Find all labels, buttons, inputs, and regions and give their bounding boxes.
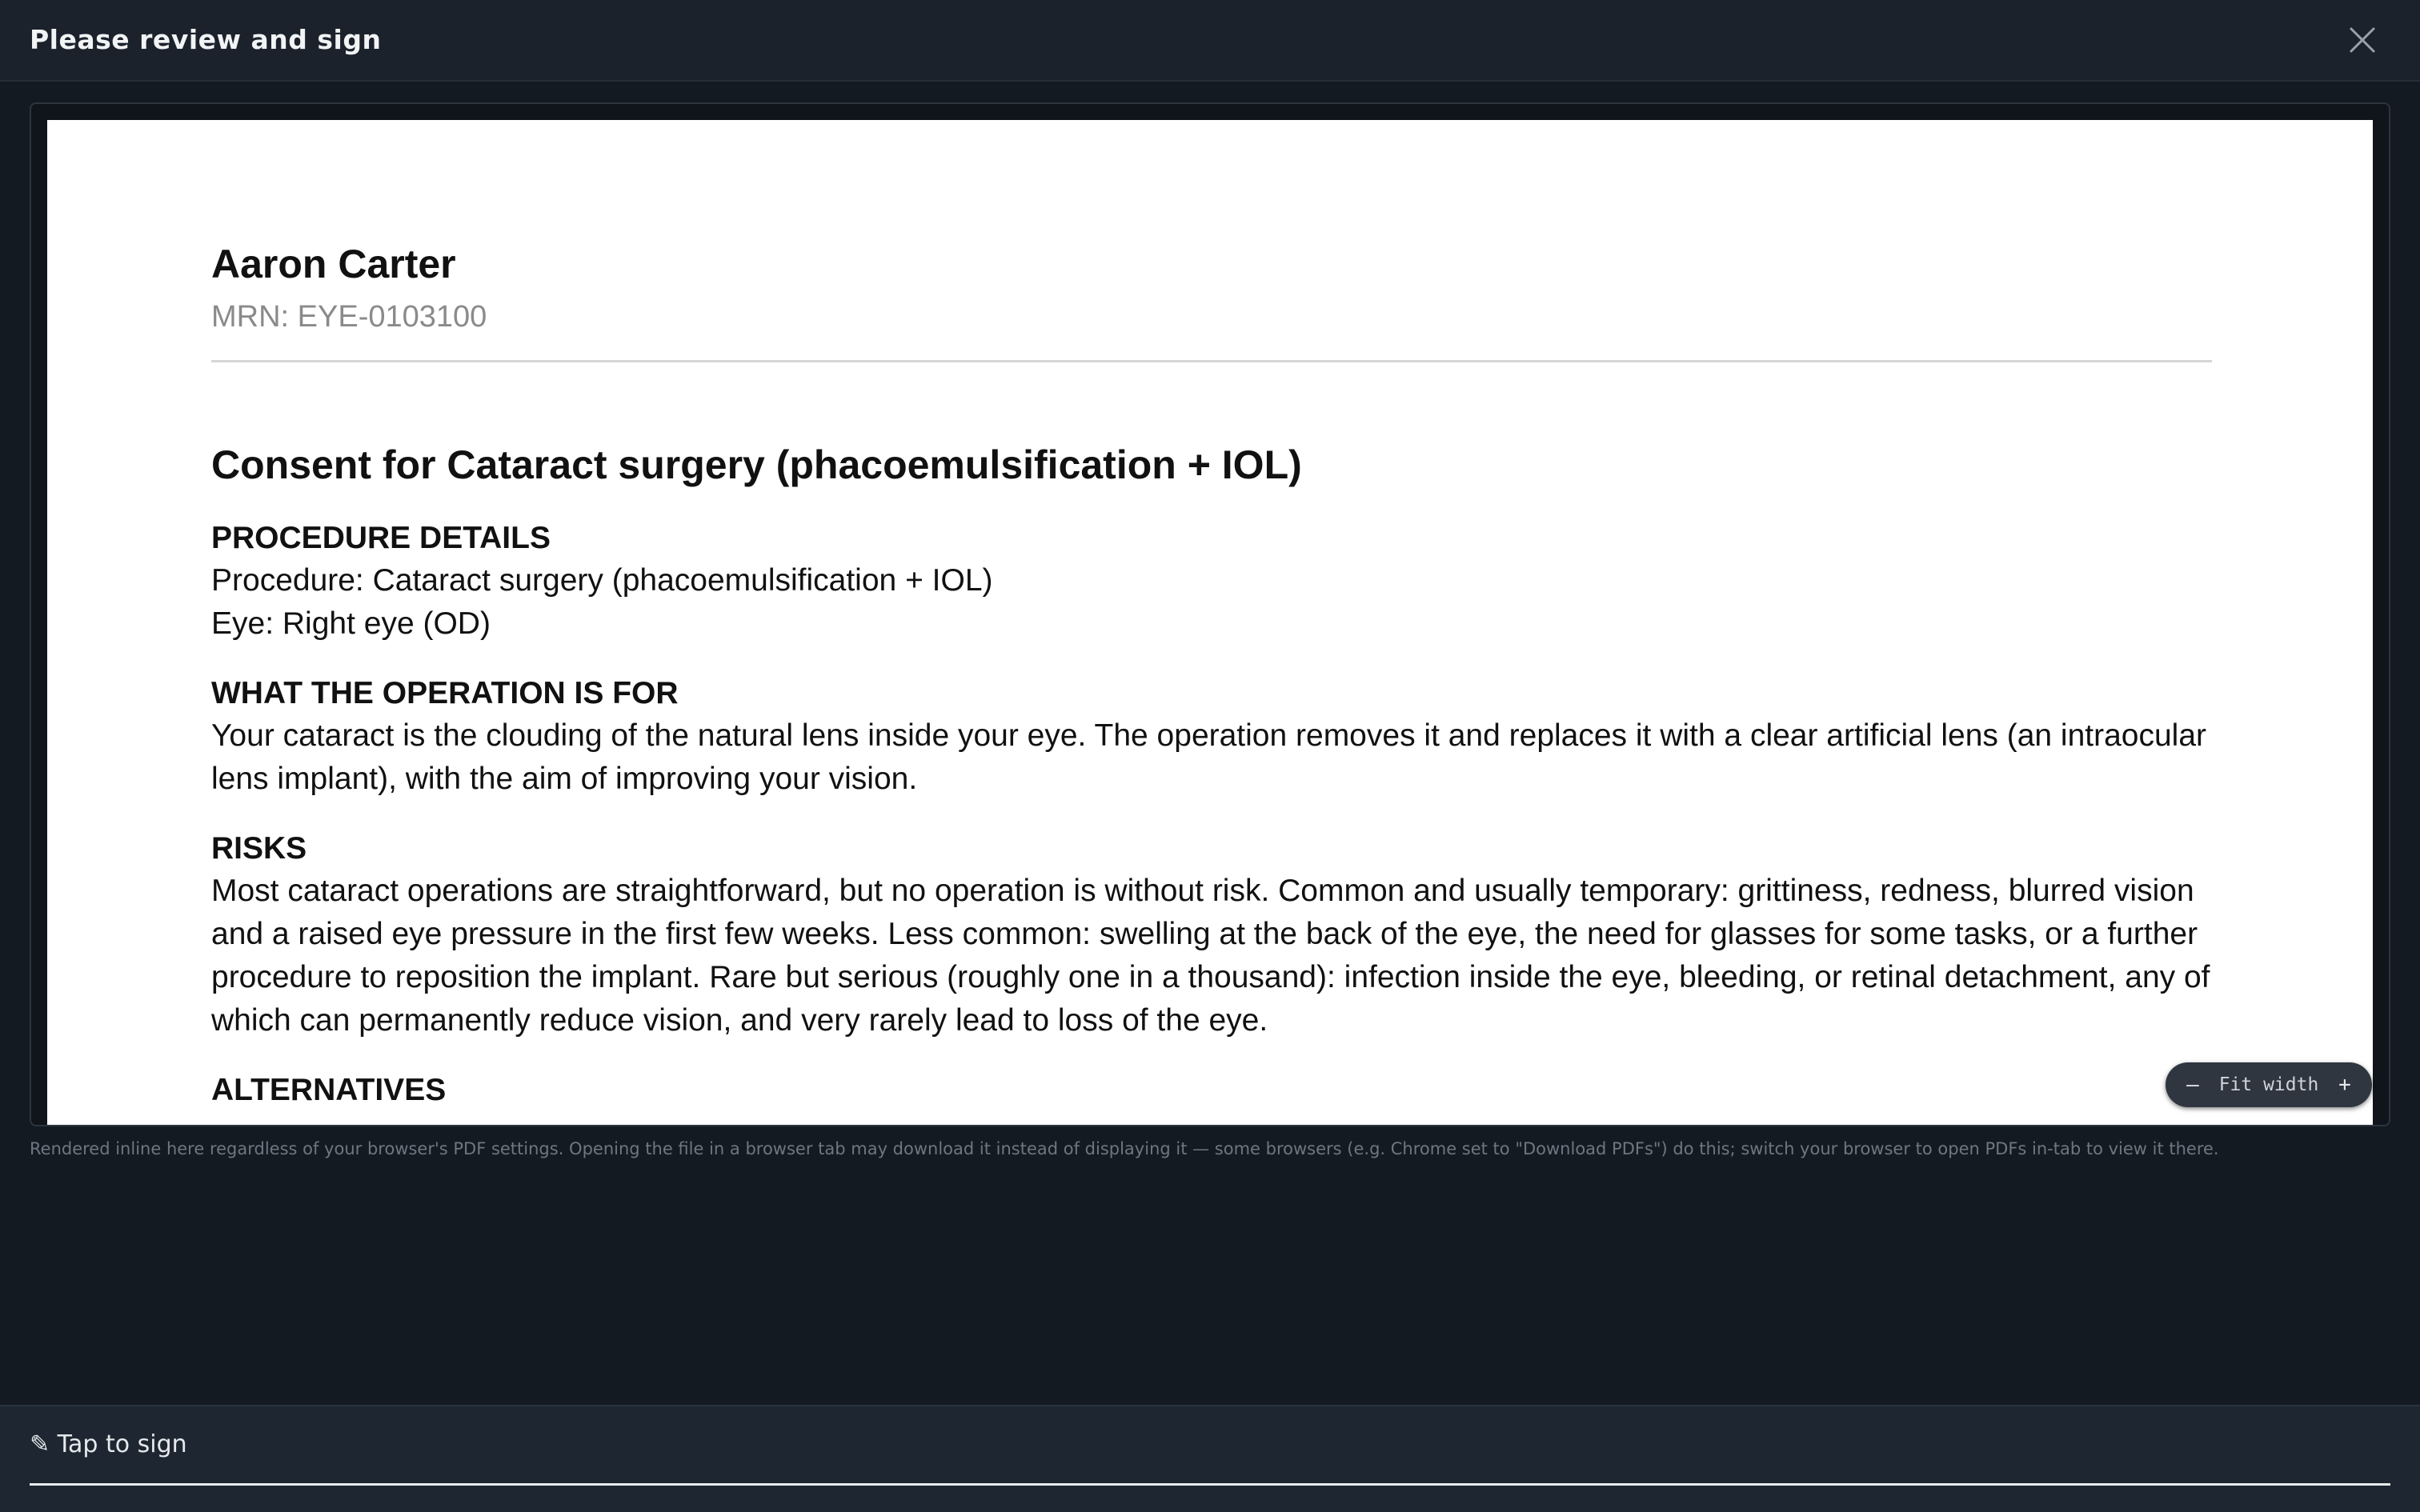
signature-line	[30, 1483, 2390, 1486]
consent-title: Consent for Cataract surgery (phacoemuls…	[211, 442, 1302, 487]
zoom-in-button[interactable]: +	[2329, 1062, 2361, 1107]
modal-title: Please review and sign	[30, 24, 382, 55]
eye-line: Eye: Right eye (OD)	[211, 606, 491, 641]
tap-to-sign-button[interactable]: ✎ Tap to sign	[30, 1430, 187, 1458]
divider	[211, 360, 2212, 362]
pdf-page: Aaron Carter MRN: EYE-0103100 Consent fo…	[47, 120, 2373, 1125]
signature-bar: ✎ Tap to sign	[0, 1405, 2420, 1512]
section-heading-risks: RISKS	[211, 831, 307, 866]
zoom-out-button[interactable]: –	[2177, 1062, 2209, 1107]
patient-mrn: MRN: EYE-0103100	[211, 300, 487, 334]
procedure-line: Procedure: Cataract surgery (phacoemulsi…	[211, 563, 993, 598]
purpose-text: Your cataract is the clouding of the nat…	[211, 718, 2207, 796]
section-heading-alternatives: ALTERNATIVES	[211, 1073, 447, 1107]
page-content: Aaron Carter MRN: EYE-0103100 Consent fo…	[211, 240, 2212, 1111]
pdf-viewer[interactable]: Aaron Carter MRN: EYE-0103100 Consent fo…	[30, 102, 2390, 1126]
patient-name: Aaron Carter	[211, 242, 456, 286]
risks-text: Most cataract operations are straightfor…	[211, 874, 2210, 1038]
close-icon[interactable]	[2346, 24, 2378, 56]
pdf-rendering-note: Rendered inline here regardless of your …	[30, 1139, 2219, 1158]
section-heading-procedure-details: PROCEDURE DETAILS	[211, 521, 551, 555]
section-heading-purpose: WHAT THE OPERATION IS FOR	[211, 676, 679, 710]
modal-header: Please review and sign	[0, 0, 2420, 82]
zoom-control: Fit width – +	[2166, 1062, 2372, 1107]
